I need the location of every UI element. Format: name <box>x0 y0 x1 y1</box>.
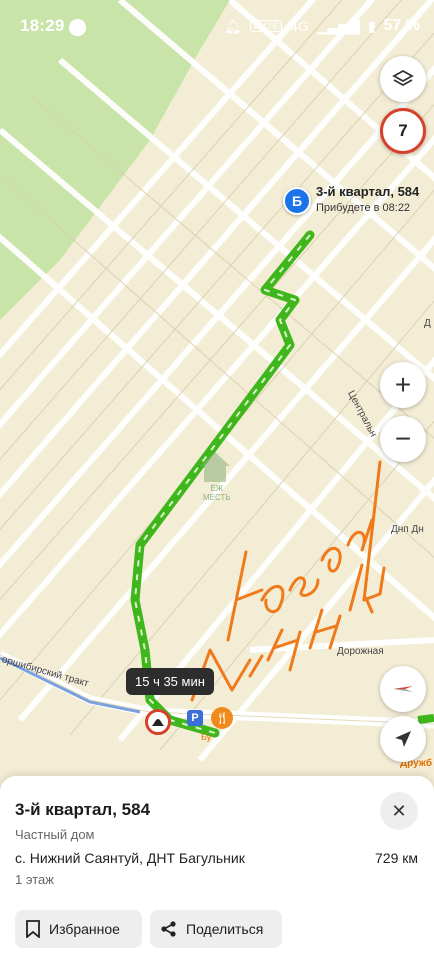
destination-callout[interactable]: 3-й квартал, 584 Прибудете в 08:22 <box>316 184 419 214</box>
speed-bump-sign <box>145 709 171 735</box>
route-eta-text: 15 ч 35 мин <box>135 674 205 689</box>
mute-icon: 🔔︎ <box>223 17 242 34</box>
plus-icon: + <box>394 369 412 400</box>
favorite-button[interactable]: Избранное <box>15 910 142 948</box>
place-distance: 729 км <box>375 850 418 866</box>
place-floor: 1 этаж <box>15 872 54 887</box>
status-icons: 🔔︎ VoLTE 4G ▁▃▅▇ ▮ 57 % <box>224 17 420 35</box>
compass-icon <box>393 686 413 692</box>
bookmark-icon <box>26 920 40 938</box>
speed-limit-value: 7 <box>398 121 408 140</box>
close-icon: ✕ <box>391 800 407 821</box>
battery-icon: ▮ <box>367 17 376 34</box>
place-address: с. Нижний Саянтуй, ДНТ Багульник <box>15 850 245 866</box>
volte-icon: VoLTE <box>249 20 283 32</box>
network-label: 4G <box>290 18 309 34</box>
status-bar: 18:29 ⬤ 🔔︎ VoLTE 4G ▁▃▅▇ ▮ 57 % <box>0 0 434 48</box>
my-location-button[interactable] <box>380 716 426 762</box>
minus-icon: − <box>394 423 412 454</box>
road-label-dorozhnaya: Дорожная <box>337 646 384 657</box>
destination-eta: Прибудете в 08:22 <box>316 202 411 214</box>
layers-button[interactable] <box>380 56 426 102</box>
close-button[interactable]: ✕ <box>380 792 418 830</box>
speed-bump-icon <box>151 719 165 726</box>
route-eta-bubble[interactable]: 15 ч 35 мин <box>126 668 214 695</box>
map-canvas <box>0 0 434 762</box>
location-icon: ⬤ <box>68 17 88 36</box>
parking-icon[interactable]: P <box>187 710 203 726</box>
place-type: Частный дом <box>15 827 95 842</box>
poi-label-building: ЁЖ МЕСТЬ <box>203 484 231 502</box>
speed-limit-badge[interactable]: 7 <box>380 108 426 154</box>
signal-icon: ▁▃▅▇ <box>316 17 360 34</box>
share-label: Поделиться <box>186 921 264 937</box>
zoom-in-button[interactable]: + <box>380 362 426 408</box>
favorite-label: Избранное <box>49 921 120 937</box>
place-card[interactable]: 3-й квартал, 584 Частный дом с. Нижний С… <box>0 776 434 960</box>
share-icon <box>161 921 176 937</box>
status-time: 18:29 <box>20 16 65 35</box>
navigation-arrow-icon <box>395 731 411 747</box>
share-button[interactable]: Поделиться <box>150 910 282 948</box>
destination-marker-letter: Б <box>291 193 303 209</box>
edge-label: Д <box>424 318 431 329</box>
place-title: 3-й квартал, 584 <box>15 800 151 819</box>
restaurant-icon[interactable]: 🍴︎ <box>211 707 233 729</box>
battery-percent: 57 % <box>383 17 420 34</box>
area-label-dnp: Днп Дн <box>391 524 424 535</box>
destination-title: 3-й квартал, 584 <box>316 184 420 199</box>
compass-button[interactable] <box>380 666 426 712</box>
layers-icon <box>392 69 414 87</box>
zoom-out-button[interactable]: − <box>380 416 426 462</box>
poi-label-bu: Бу <box>201 732 212 742</box>
map-view[interactable]: 18:29 ⬤ 🔔︎ VoLTE 4G ▁▃▅▇ ▮ 57 % 7 Б 3-й … <box>0 0 434 780</box>
destination-marker[interactable]: Б <box>283 187 311 215</box>
